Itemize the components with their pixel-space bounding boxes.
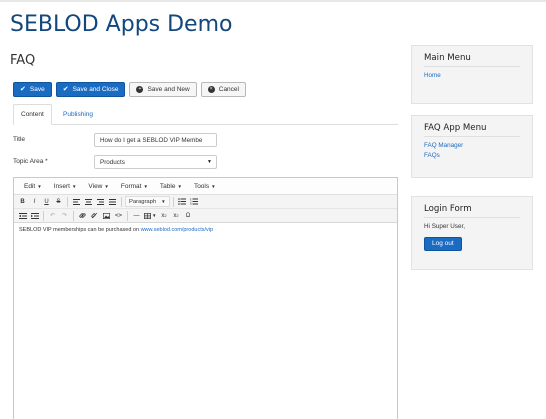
tab-publishing[interactable]: Publishing	[56, 104, 100, 125]
unlink-icon[interactable]	[89, 210, 100, 221]
caret-down-icon: ▼	[152, 213, 157, 218]
faq-menu-link-faq-manager[interactable]: FAQ Manager	[424, 141, 520, 151]
plus-circle-icon: +	[136, 86, 144, 93]
svg-text:3: 3	[190, 202, 192, 205]
login-greeting: Hi Super User,	[424, 223, 465, 230]
align-right-icon[interactable]	[95, 196, 106, 207]
save-button[interactable]: ✔ Save	[13, 82, 52, 97]
faq-app-menu-title: FAQ App Menu	[424, 123, 520, 137]
menu-insert[interactable]: Insert ▼	[48, 183, 83, 190]
caret-down-icon: ▼	[211, 183, 216, 189]
topic-area-label: Topic Area *	[13, 158, 48, 165]
save-and-new-button-label: Save and New	[147, 86, 190, 93]
paragraph-format-label: Paragraph	[129, 198, 157, 205]
editor-content-link[interactable]: www.seblod.com/products/vip	[141, 227, 213, 233]
editor-toolbar-row-2: ↶ ↷ <> — ▼ x2 x2 Ω	[14, 209, 397, 223]
tab-content[interactable]: Content	[13, 104, 52, 125]
main-menu-link-home[interactable]: Home	[424, 71, 520, 81]
bold-icon[interactable]: B	[17, 196, 28, 207]
align-center-icon[interactable]	[83, 196, 94, 207]
menu-view[interactable]: View ▼	[82, 183, 114, 190]
close-circle-icon: ×	[207, 86, 215, 93]
caret-down-icon: ▼	[37, 183, 42, 189]
menu-table[interactable]: Table ▼	[154, 183, 188, 190]
caret-down-icon: ▼	[143, 183, 148, 189]
form-tabs: Content Publishing	[13, 104, 398, 125]
menu-table-label: Table	[159, 182, 176, 190]
menu-insert-label: Insert	[53, 182, 70, 190]
title-input[interactable]: How do I get a SEBLOD VIP Membe	[94, 133, 217, 147]
logout-button[interactable]: Log out	[424, 236, 462, 251]
faq-menu-link-faqs[interactable]: FAQs	[424, 151, 520, 161]
main-menu-panel: Main Menu Home	[411, 45, 533, 104]
menu-tools[interactable]: Tools ▼	[188, 183, 222, 190]
special-character-icon[interactable]: Ω	[182, 210, 193, 221]
italic-icon[interactable]: I	[29, 196, 40, 207]
faq-app-menu-panel: FAQ App Menu FAQ Manager FAQs	[411, 115, 533, 178]
outdent-icon[interactable]	[17, 210, 28, 221]
page-title: FAQ	[10, 53, 36, 68]
topic-area-select[interactable]: Products ▼	[94, 155, 217, 169]
image-icon[interactable]	[101, 210, 112, 221]
paragraph-format-select[interactable]: Paragraph ▼	[125, 196, 170, 207]
menu-edit-label: Edit	[24, 182, 36, 190]
code-icon[interactable]: <>	[113, 210, 124, 221]
superscript-icon[interactable]: x2	[170, 210, 181, 221]
action-toolbar: ✔ Save ✔ Save and Close + Save and New ×…	[13, 82, 246, 98]
save-and-close-button[interactable]: ✔ Save and Close	[55, 82, 126, 97]
redo-icon[interactable]: ↷	[59, 210, 70, 221]
select-caret-icon: ▼	[207, 159, 212, 165]
save-and-new-button[interactable]: + Save and New	[129, 82, 197, 97]
menu-view-label: View	[88, 182, 103, 190]
title-label: Title	[13, 136, 26, 143]
rich-text-editor: Edit ▼ Insert ▼ View ▼ Format ▼ Table ▼ Tools…	[13, 177, 398, 419]
editor-menubar: Edit ▼ Insert ▼ View ▼ Format ▼ Table ▼ Tools…	[14, 178, 397, 195]
strikethrough-icon[interactable]: S	[53, 196, 64, 207]
check-icon: ✔	[62, 86, 69, 93]
toolbar-divider	[172, 196, 174, 207]
menu-format[interactable]: Format ▼	[115, 183, 154, 190]
cancel-button-label: Cancel	[218, 86, 239, 93]
menu-format-label: Format	[120, 182, 142, 190]
subscript-icon[interactable]: x2	[158, 210, 169, 221]
save-and-close-button-label: Save and Close	[72, 86, 119, 93]
bullet-list-icon[interactable]	[177, 196, 188, 207]
cancel-button[interactable]: × Cancel	[200, 82, 246, 97]
numbered-list-icon[interactable]: 123	[189, 196, 200, 207]
horizontal-rule-icon[interactable]: —	[131, 210, 142, 221]
main-menu-title: Main Menu	[424, 53, 520, 67]
align-justify-icon[interactable]	[107, 196, 118, 207]
indent-icon[interactable]	[29, 210, 40, 221]
topic-area-value: Products	[100, 158, 125, 166]
toolbar-divider	[73, 210, 74, 221]
toolbar-divider	[67, 196, 68, 207]
toolbar-divider	[43, 210, 44, 221]
editor-content-text: SEBLOD VIP memberships can be purchased …	[19, 227, 141, 233]
caret-down-icon: ▼	[177, 183, 182, 189]
save-button-label: Save	[29, 86, 45, 93]
underline-icon[interactable]: U	[41, 196, 52, 207]
toolbar-divider	[127, 210, 128, 221]
align-left-icon[interactable]	[71, 196, 82, 207]
login-form-title: Login Form	[424, 204, 520, 218]
check-icon: ✔	[20, 86, 26, 93]
toolbar-divider	[121, 196, 122, 207]
link-icon[interactable]	[77, 210, 88, 221]
top-border	[0, 0, 546, 2]
editor-toolbar-row-1: B I U S Paragraph ▼ 123	[14, 195, 397, 209]
undo-icon[interactable]: ↶	[47, 210, 58, 221]
editor-content-area[interactable]: SEBLOD VIP memberships can be purchased …	[14, 223, 397, 237]
login-form-panel: Login Form Hi Super User, Log out	[411, 196, 533, 270]
caret-down-icon: ▼	[71, 183, 77, 189]
menu-edit[interactable]: Edit ▼	[18, 183, 48, 190]
caret-down-icon: ▼	[161, 199, 166, 204]
site-title: SEBLOD Apps Demo	[10, 12, 233, 37]
caret-down-icon: ▼	[104, 183, 109, 189]
menu-tools-label: Tools	[193, 182, 210, 190]
table-icon[interactable]: ▼	[143, 210, 157, 221]
